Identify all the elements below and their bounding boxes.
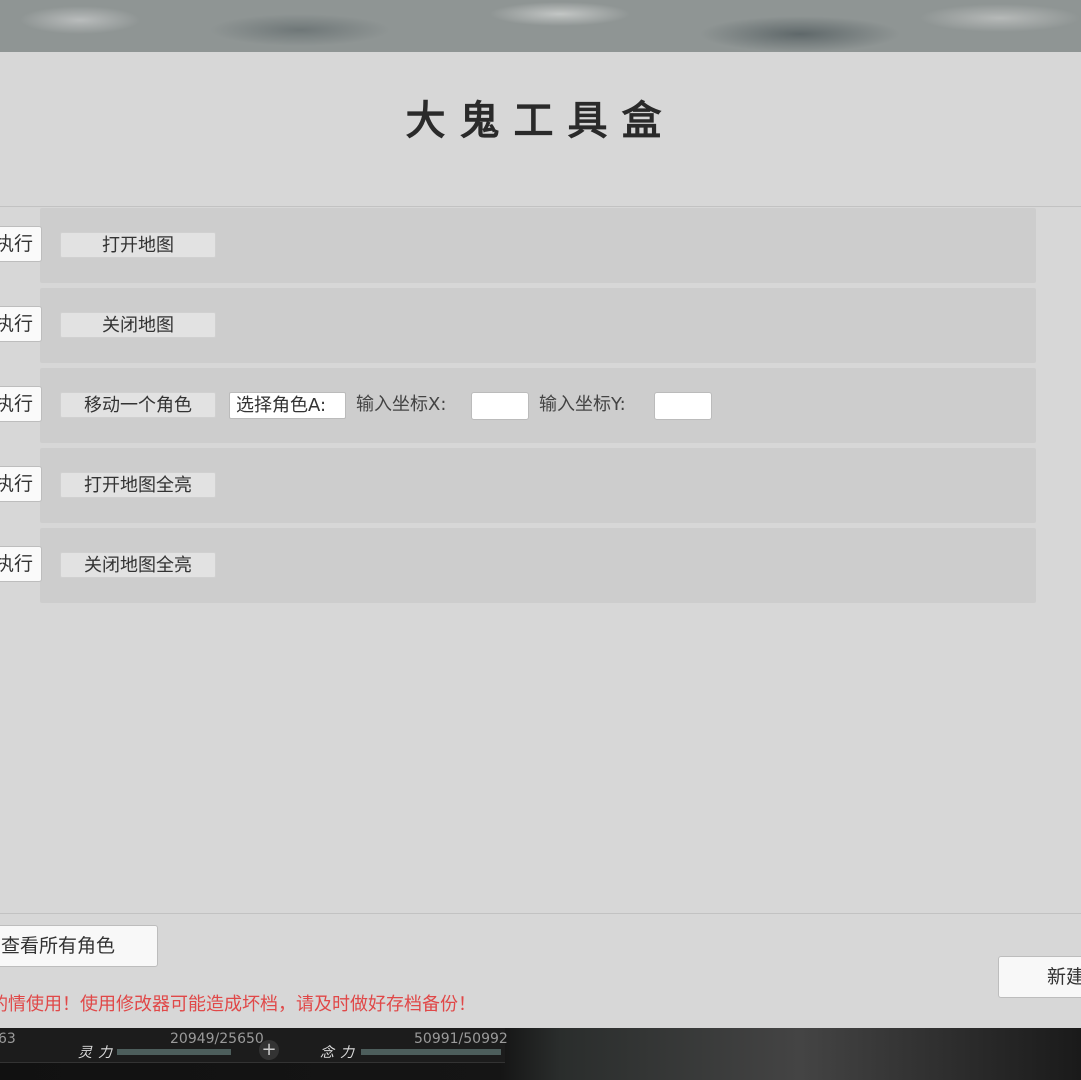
view-all-characters-button[interactable]: 查看所有角色 [0, 925, 158, 967]
status-hud: 63 灵力 20949/25650 + 念力 50991/50992 [0, 1028, 508, 1063]
page-title: 大鬼工具盒 [405, 97, 676, 144]
command-row-map-full-light-off: 执行 关闭地图全亮 [0, 528, 1036, 603]
spirit-bar [117, 1049, 231, 1055]
execute-button[interactable]: 执行 [0, 306, 42, 342]
mind-bar [361, 1049, 501, 1055]
game-background [0, 0, 1081, 52]
spirit-value: 20949/25650 [170, 1031, 264, 1047]
spirit-label: 灵力 [78, 1045, 118, 1061]
action-open-map[interactable]: 打开地图 [60, 232, 216, 258]
label-coord-x: 输入坐标X: [356, 394, 447, 415]
add-icon[interactable]: + [259, 1040, 279, 1060]
action-map-full-light-on[interactable]: 打开地图全亮 [60, 472, 216, 498]
execute-button[interactable]: 执行 [0, 546, 42, 582]
action-map-full-light-off[interactable]: 关闭地图全亮 [60, 552, 216, 578]
mind-label: 念力 [320, 1045, 360, 1061]
execute-button[interactable]: 执行 [0, 466, 42, 502]
warning-text: 酌情使用！使用修改器可能造成坏档，请及时做好存档备份！ [0, 994, 476, 1015]
execute-button[interactable]: 执行 [0, 226, 42, 262]
hud-left-value: 63 [0, 1031, 16, 1047]
mind-value: 50991/50992 [414, 1031, 508, 1047]
divider [0, 206, 1081, 207]
action-close-map[interactable]: 关闭地图 [60, 312, 216, 338]
new-button[interactable]: 新建 [998, 956, 1081, 998]
coord-y-input[interactable] [654, 392, 712, 420]
action-move-character[interactable]: 移动一个角色 [60, 392, 216, 418]
command-row-open-map: 执行 打开地图 [0, 208, 1036, 283]
label-coord-y: 输入坐标Y: [539, 394, 626, 415]
command-row-move-character: 执行 移动一个角色 选择角色A: 输入坐标X: 输入坐标Y: [0, 368, 1036, 443]
command-row-map-full-light-on: 执行 打开地图全亮 [0, 448, 1036, 523]
character-select[interactable]: 选择角色A: [229, 392, 346, 419]
command-row-close-map: 执行 关闭地图 [0, 288, 1036, 363]
divider [0, 913, 1081, 914]
execute-button[interactable]: 执行 [0, 386, 42, 422]
coord-x-input[interactable] [471, 392, 529, 420]
